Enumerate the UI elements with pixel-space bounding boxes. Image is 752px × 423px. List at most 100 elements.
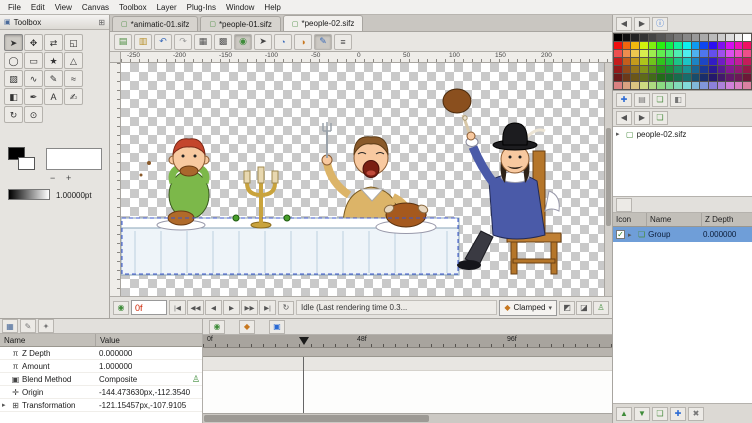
new-group-button[interactable]: ❏ — [652, 407, 668, 421]
palette-swatch[interactable] — [614, 74, 622, 81]
palette-swatch[interactable] — [743, 66, 751, 73]
palette-swatch[interactable] — [623, 42, 631, 49]
palette-swatch[interactable] — [735, 50, 743, 57]
palette-swatch[interactable] — [692, 50, 700, 57]
param-row[interactable]: ✛Origin-144.473630px,-112.3540 — [0, 386, 202, 399]
interface-tab-button[interactable]: ✎ — [20, 319, 36, 333]
menu-layer[interactable]: Layer — [152, 2, 182, 13]
palette-swatch[interactable] — [623, 66, 631, 73]
palette-swatch[interactable] — [640, 50, 648, 57]
param-value[interactable]: -144.473630px,-112.3540 — [96, 388, 202, 397]
default-gradient[interactable] — [8, 189, 50, 200]
time-bounds-button[interactable]: ◉ — [113, 301, 129, 315]
onion-skin-button[interactable]: ◑ — [294, 34, 312, 50]
expander-icon[interactable]: ▸ — [2, 401, 9, 409]
onion-past-button[interactable]: ◩ — [559, 301, 575, 315]
palette-swatch[interactable] — [718, 50, 726, 57]
palette-swatch[interactable] — [683, 82, 691, 89]
tool-draw[interactable]: ✎ — [44, 70, 63, 87]
param-value[interactable]: 0.000000 — [96, 349, 202, 358]
menu-toolbox[interactable]: Toolbox — [114, 2, 152, 13]
quality-preview-button[interactable]: ◉ — [234, 34, 252, 50]
layer-row[interactable]: ✓▸❏Group0.000000 — [613, 227, 752, 242]
tool-circle[interactable]: ◯ — [4, 52, 23, 69]
keyframe-bind-button[interactable]: ▣ — [269, 320, 285, 334]
decrease-width-button[interactable]: − — [50, 173, 55, 183]
cursor-mode-button[interactable]: ➤ — [254, 34, 272, 50]
palette-swatch[interactable] — [657, 34, 665, 41]
expander-icon[interactable]: ▸ — [628, 231, 635, 239]
palette-swatch[interactable] — [700, 42, 708, 49]
palette-swatch[interactable] — [709, 74, 717, 81]
palette-swatch[interactable] — [735, 66, 743, 73]
palette-swatch[interactable] — [743, 50, 751, 57]
palette-swatch[interactable] — [735, 58, 743, 65]
canvas-vscrollbar[interactable] — [604, 63, 612, 296]
palette-swatch[interactable] — [649, 66, 657, 73]
timetrack-rows[interactable] — [203, 357, 612, 413]
palette-swatch[interactable] — [709, 34, 717, 41]
palette-swatch[interactable] — [614, 42, 622, 49]
palette-swatch[interactable] — [718, 66, 726, 73]
tool-eyedrop[interactable]: ✒ — [24, 88, 43, 105]
increase-width-button[interactable]: + — [66, 173, 71, 183]
layer-search-button[interactable] — [616, 198, 632, 212]
palette-swatch[interactable] — [700, 50, 708, 57]
raise-layer-button[interactable]: ▲ — [616, 407, 632, 421]
color-display[interactable] — [46, 148, 102, 170]
palette-swatch[interactable] — [657, 50, 665, 57]
open-palette-button[interactable]: ❏ — [652, 93, 668, 107]
menu-canvas[interactable]: Canvas — [77, 2, 114, 13]
lower-layer-button[interactable]: ▼ — [634, 407, 650, 421]
palette-swatch[interactable] — [649, 82, 657, 89]
dock-icon[interactable]: ⊞ — [98, 18, 105, 27]
param-value[interactable]: 1.000000 — [96, 362, 202, 371]
palette-swatch[interactable] — [709, 42, 717, 49]
palette-swatch[interactable] — [623, 50, 631, 57]
prev-keyframe-button[interactable]: ◀◀ — [187, 300, 204, 315]
palette-swatch[interactable] — [743, 42, 751, 49]
palette-swatch[interactable] — [631, 34, 639, 41]
palette-swatch[interactable] — [614, 50, 622, 57]
track-row[interactable] — [203, 357, 612, 371]
tool-smooth-move[interactable]: ✥ — [24, 34, 43, 51]
palette-swatch[interactable] — [666, 66, 674, 73]
column-value[interactable]: Value — [96, 336, 202, 345]
next-keyframe-button[interactable]: ▶▶ — [241, 300, 258, 315]
tab-2[interactable]: ▢*people-01.sifz — [200, 16, 281, 31]
delete-layer-button[interactable]: ✖ — [688, 407, 704, 421]
palette-swatch[interactable] — [683, 58, 691, 65]
column-icon[interactable]: Icon — [613, 213, 647, 226]
param-value[interactable]: Composite — [96, 375, 202, 384]
onion-future-button[interactable]: ◪ — [576, 301, 592, 315]
palette-swatch[interactable] — [743, 34, 751, 41]
palette-swatch[interactable] — [692, 82, 700, 89]
palette-swatch[interactable] — [623, 34, 631, 41]
palette-swatch[interactable] — [735, 34, 743, 41]
history-back-button[interactable]: ◀ — [616, 111, 632, 125]
palette-swatch[interactable] — [674, 34, 682, 41]
palette-swatch[interactable] — [718, 82, 726, 89]
palette-swatch[interactable] — [649, 42, 657, 49]
palette-swatch[interactable] — [649, 74, 657, 81]
palette-swatch[interactable] — [666, 34, 674, 41]
palette-swatch[interactable] — [692, 74, 700, 81]
palette-swatch[interactable] — [649, 50, 657, 57]
tab-3[interactable]: ▢*people-02.sifz — [283, 15, 364, 31]
param-value[interactable]: -121.15457px,-107.9105 — [96, 401, 202, 410]
tool-width[interactable]: ≈ — [64, 70, 83, 87]
palette-swatch[interactable] — [649, 58, 657, 65]
export-button[interactable]: ▥ — [134, 34, 152, 50]
palette-swatch[interactable] — [718, 42, 726, 49]
palette-swatch[interactable] — [674, 74, 682, 81]
tool-mirror[interactable]: ⇄ — [44, 34, 63, 51]
animate-mode-button[interactable]: ♙ — [593, 301, 609, 315]
column-name[interactable]: Name — [0, 334, 96, 346]
column-z-depth[interactable]: Z Depth — [702, 213, 752, 226]
palette-swatch[interactable] — [614, 34, 622, 41]
fill-color-swatch[interactable] — [18, 157, 35, 170]
play-button[interactable]: ▶ — [223, 300, 240, 315]
tool-rectangle[interactable]: ▭ — [24, 52, 43, 69]
palette-swatch[interactable] — [700, 66, 708, 73]
palette-swatch[interactable] — [666, 74, 674, 81]
